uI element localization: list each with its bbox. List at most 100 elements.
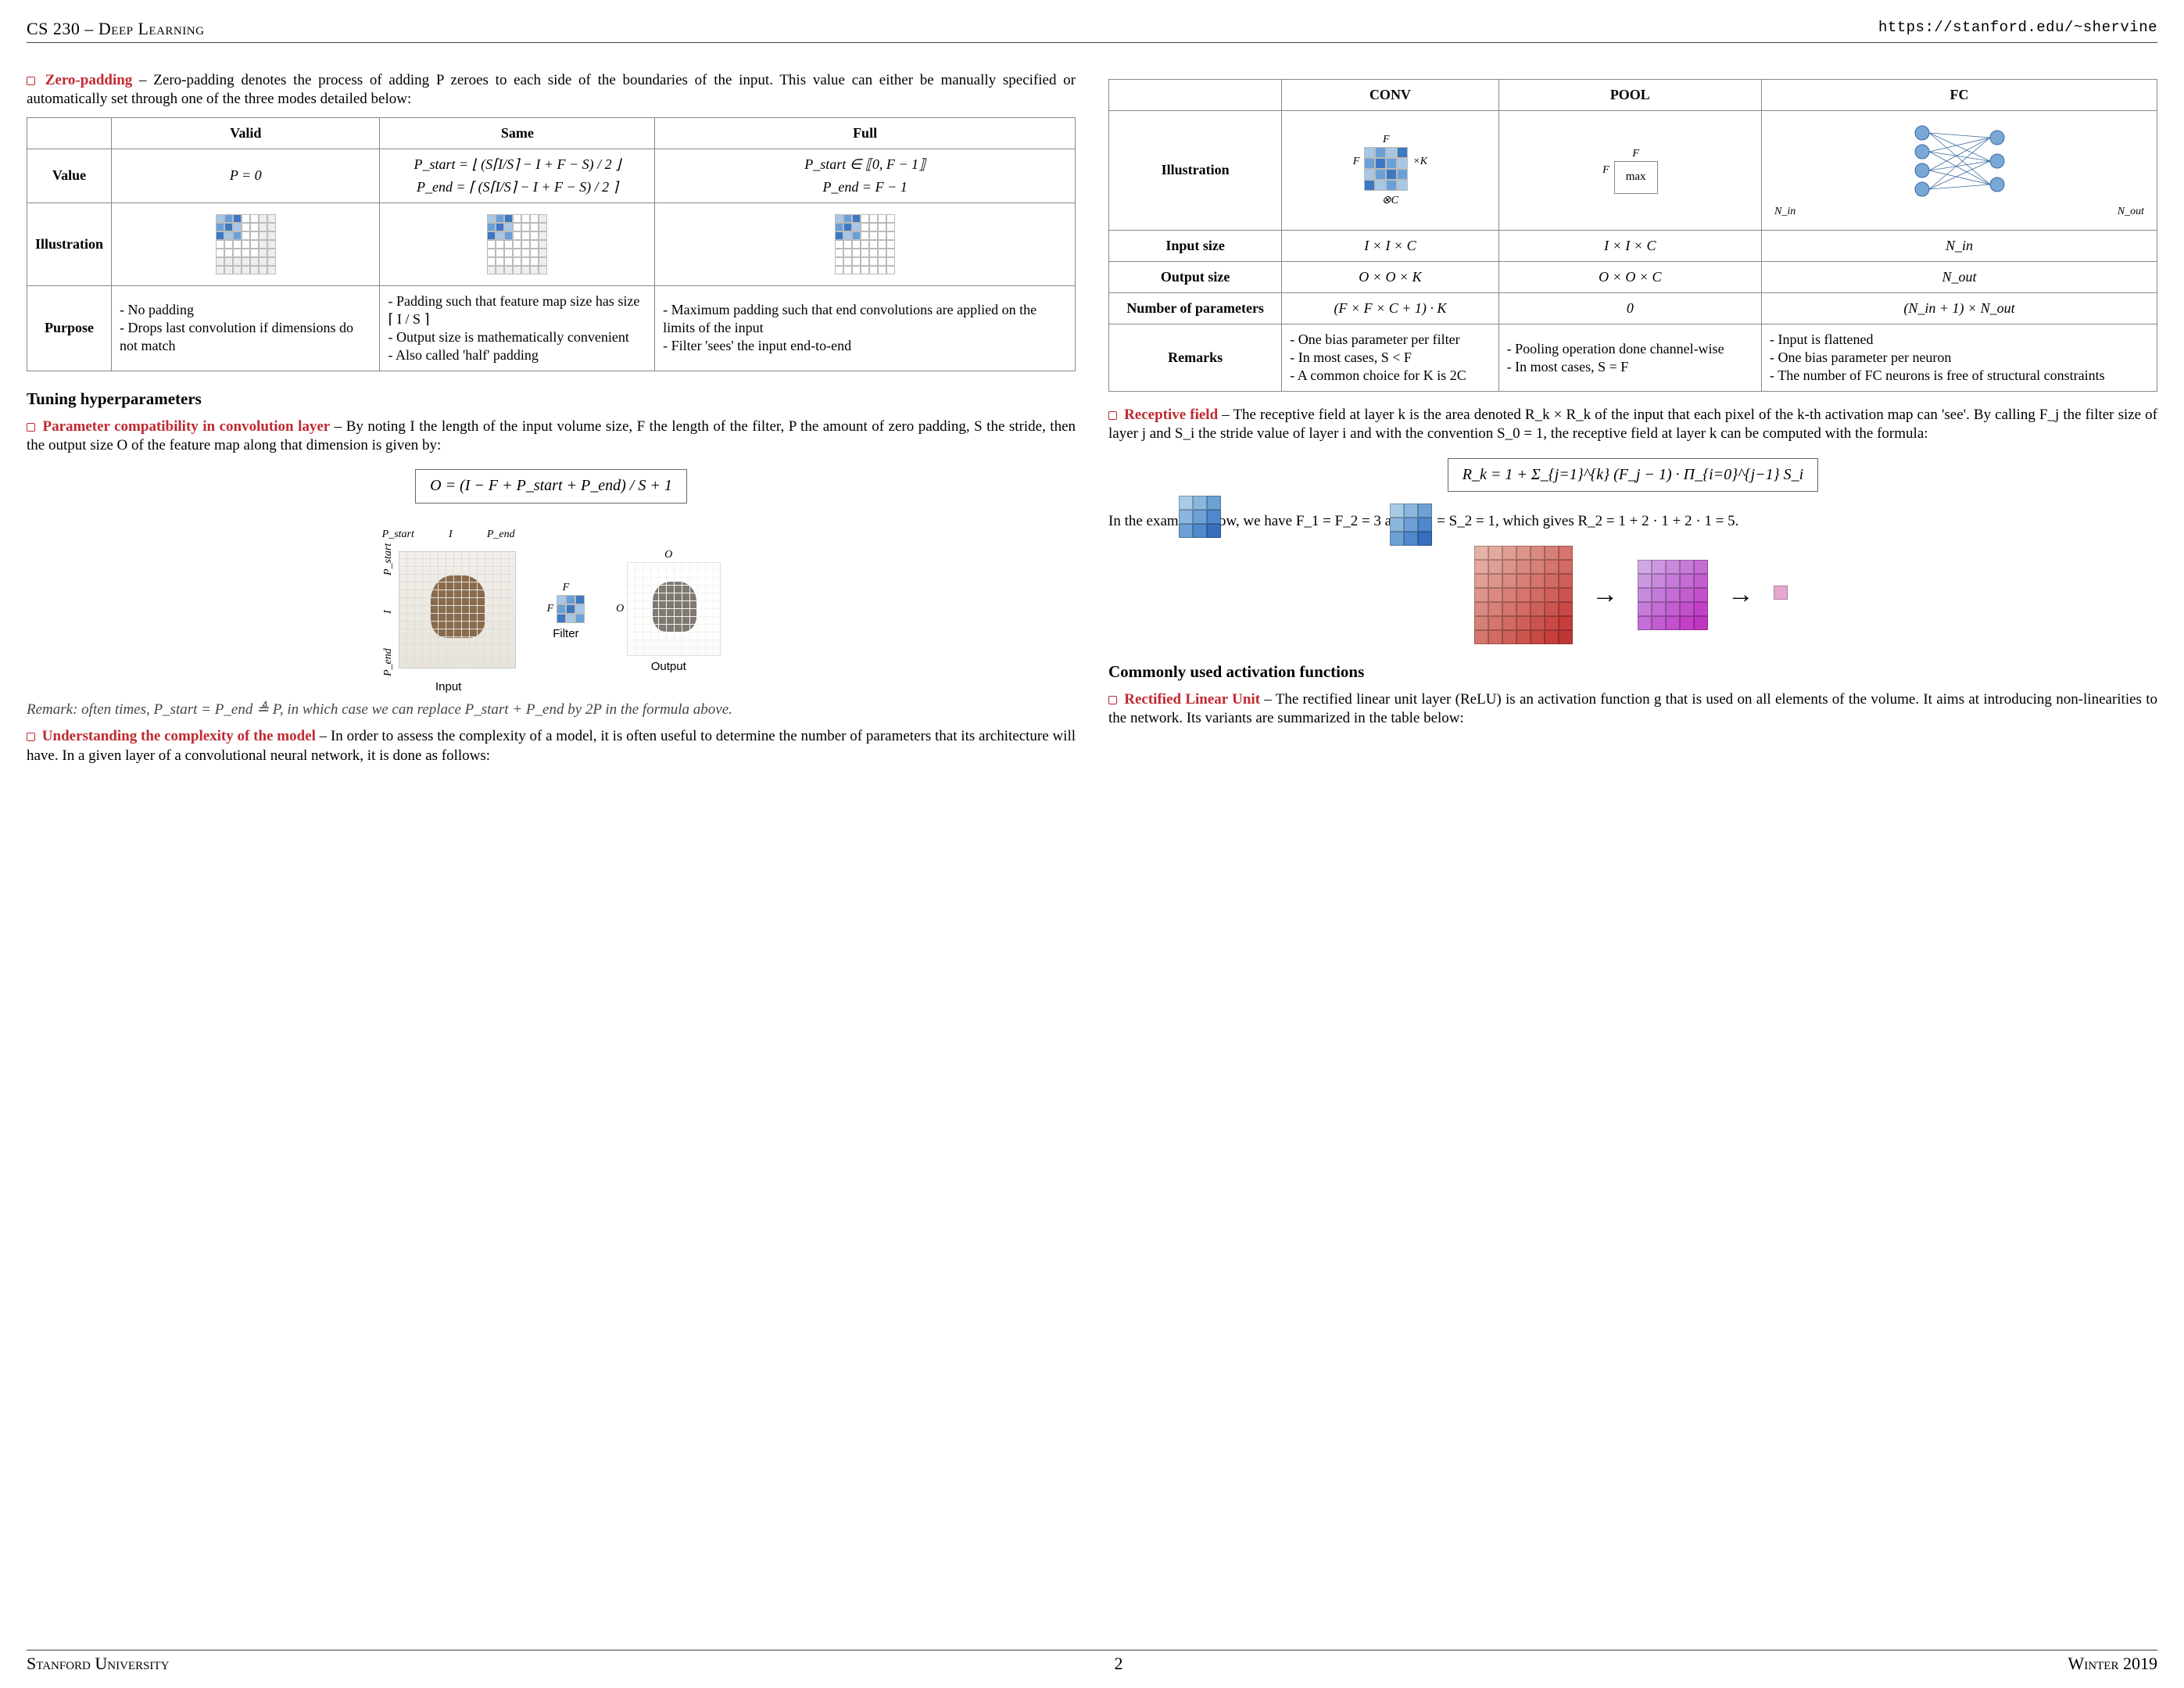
remarks-fc: - Input is flattened - One bias paramete… xyxy=(1762,324,2157,392)
bullet-icon xyxy=(27,423,35,432)
row-label: Input size xyxy=(1109,230,1282,261)
table-row: Valid Same Full xyxy=(27,117,1076,149)
fc-nout: N_out xyxy=(2118,205,2144,219)
row-label: Purpose xyxy=(27,285,112,371)
fc-network-icon xyxy=(1768,122,2150,205)
bullet-icon xyxy=(1108,411,1117,420)
conv-F-h: F xyxy=(1364,133,1408,147)
value-same-end: P_end = ⌈ (S⌈I/S⌉ − I + F − S) / 2 ⌉ xyxy=(388,178,646,196)
illus-full xyxy=(655,202,1076,285)
table-row: Illustration F F ×K ⊗C F xyxy=(1109,111,2157,231)
content-columns: Zero-padding – Zero-padding denotes the … xyxy=(27,71,2157,773)
bullet-icon xyxy=(27,77,35,85)
arrow-icon: → xyxy=(1591,578,1618,612)
page-header: CS 230 – Deep Learning https://stanford.… xyxy=(27,19,2157,43)
remarks-conv: - One bias parameter per filter - In mos… xyxy=(1282,324,1498,392)
conv-K: ×K xyxy=(1412,155,1427,169)
value-full: P_start ∈ ⟦0, F − 1⟧ P_end = F − 1 xyxy=(655,149,1076,202)
purpose-same: - Padding such that feature map size has… xyxy=(380,285,655,371)
remarks-pool: - Pooling operation done channel-wise - … xyxy=(1498,324,1761,392)
table-row: Illustration xyxy=(27,202,1076,285)
table-row: Input size I × I × C I × I × C N_in xyxy=(1109,230,2157,261)
label-I: I xyxy=(449,528,453,542)
relu-paragraph: Rectified Linear Unit – The rectified li… xyxy=(1108,690,2157,729)
activation-header: Commonly used activation functions xyxy=(1108,661,2157,683)
illus-conv: F F ×K ⊗C xyxy=(1282,111,1498,231)
col-header: FC xyxy=(1762,80,2157,111)
caption-filter: Filter xyxy=(547,626,585,641)
formula-R-row: R_k = 1 + Σ_{j=1}^{k} (F_j − 1) · Π_{i=0… xyxy=(1108,452,2157,499)
value-valid: P = 0 xyxy=(112,149,380,202)
left-column: Zero-padding – Zero-padding denotes the … xyxy=(27,71,1076,773)
bullet-icon xyxy=(1108,696,1117,704)
cell: 0 xyxy=(1498,293,1761,324)
cell: N_out xyxy=(1762,262,2157,293)
row-label: Number of parameters xyxy=(1109,293,1282,324)
table-row: CONV POOL FC xyxy=(1109,80,2157,111)
label-F: F xyxy=(547,581,585,595)
col-header xyxy=(27,117,112,149)
relu-text: – The rectified linear unit layer (ReLU)… xyxy=(1108,691,2157,726)
purpose-full: - Maximum padding such that end convolut… xyxy=(655,285,1076,371)
cell: I × I × C xyxy=(1498,230,1761,261)
table-row: Purpose - No padding - Drops last convol… xyxy=(27,285,1076,371)
illus-valid xyxy=(112,202,380,285)
col-header xyxy=(1109,80,1282,111)
receptive-diagram: → → xyxy=(1108,546,2157,644)
param-compat-term: Parameter compatibility in convolution l… xyxy=(42,418,330,435)
row-label: Illustration xyxy=(1109,111,1282,231)
pool-F-v: F xyxy=(1602,163,1609,177)
row-label: Illustration xyxy=(27,202,112,285)
footer-right: Winter 2019 xyxy=(2068,1654,2157,1674)
label-F-v: F xyxy=(547,602,554,616)
conv-diagram: P_start I P_end P_end I P_start Input xyxy=(27,524,1076,694)
pool-F-h: F xyxy=(1614,147,1658,161)
bullet-icon xyxy=(27,733,35,741)
cell: I × I × C xyxy=(1282,230,1498,261)
page-footer: Stanford University 2 Winter 2019 xyxy=(27,1650,2157,1674)
illus-same xyxy=(380,202,655,285)
receptive-term: Receptive field xyxy=(1124,407,1218,423)
purpose-valid: - No padding - Drops last convolution if… xyxy=(112,285,380,371)
header-left: CS 230 – Deep Learning xyxy=(27,19,204,39)
pool-max: max xyxy=(1614,161,1658,193)
input-image-icon xyxy=(399,551,516,668)
right-column: CONV POOL FC Illustration F F ×K ⊗C xyxy=(1108,71,2157,773)
receptive-text: – The receptive field at layer k is the … xyxy=(1108,407,2157,442)
header-right: https://stanford.edu/~shervine xyxy=(1878,19,2157,39)
caption-output: Output xyxy=(616,659,721,674)
cell: (F × F × C + 1) · K xyxy=(1282,293,1498,324)
fc-nin: N_in xyxy=(1774,205,1796,219)
col-header: Valid xyxy=(112,117,380,149)
zero-padding-text: – Zero-padding denotes the process of ad… xyxy=(27,72,1076,107)
arrow-icon: → xyxy=(1728,578,1754,612)
cell: O × O × K xyxy=(1282,262,1498,293)
label-I-v: I xyxy=(381,610,396,614)
param-compat-paragraph: Parameter compatibility in convolution l… xyxy=(27,418,1076,456)
row-label: Value xyxy=(27,149,112,202)
formula-O-row: O = (I − F + P_start + P_end) / S + 1 xyxy=(27,463,1076,510)
col-header: POOL xyxy=(1498,80,1761,111)
value-same: P_start = ⌊ (S⌈I/S⌉ − I + F − S) / 2 ⌋ P… xyxy=(380,149,655,202)
padding-table: Valid Same Full Value P = 0 P_start = ⌊ … xyxy=(27,117,1076,371)
complexity-paragraph: Understanding the complexity of the mode… xyxy=(27,727,1076,765)
relu-term: Rectified Linear Unit xyxy=(1124,691,1260,708)
label-O: O xyxy=(616,548,721,562)
row-label: Remarks xyxy=(1109,324,1282,392)
table-row: Output size O × O × K O × O × C N_out xyxy=(1109,262,2157,293)
filter-icon xyxy=(557,595,585,623)
table-row: Number of parameters (F × F × C + 1) · K… xyxy=(1109,293,2157,324)
formula-O: O = (I − F + P_start + P_end) / S + 1 xyxy=(415,469,687,504)
illus-pool: F F max xyxy=(1498,111,1761,231)
label-pend-v: P_end xyxy=(381,648,396,676)
label-pstart-v: P_start xyxy=(381,543,396,575)
zero-padding-term: Zero-padding xyxy=(45,72,133,88)
remark-text: Remark: often times, P_start = P_end ≜ P… xyxy=(27,701,1076,719)
cell: N_in xyxy=(1762,230,2157,261)
illus-fc: N_in N_out xyxy=(1762,111,2157,231)
col-header: Full xyxy=(655,117,1076,149)
receptive-example: In the example below, we have F_1 = F_2 … xyxy=(1108,512,2157,531)
label-pend: P_end xyxy=(487,528,515,542)
col-header: CONV xyxy=(1282,80,1498,111)
formula-R: R_k = 1 + Σ_{j=1}^{k} (F_j − 1) · Π_{i=0… xyxy=(1448,458,1818,493)
